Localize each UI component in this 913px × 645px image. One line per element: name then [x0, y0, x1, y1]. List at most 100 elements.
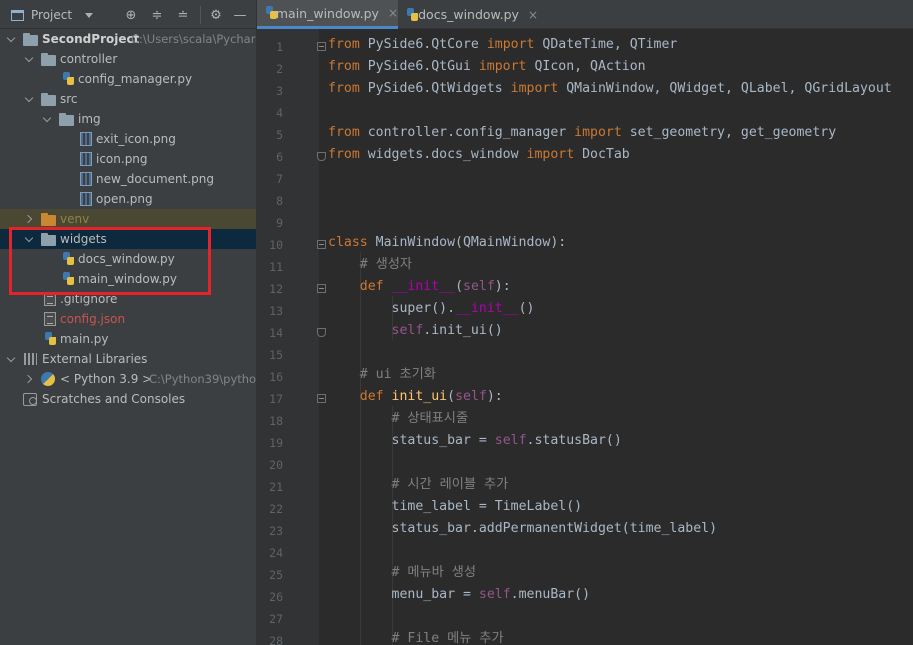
code-token: import	[478, 59, 527, 74]
chevron-right-icon[interactable]	[24, 214, 34, 224]
collapse-all-icon[interactable]: ≐	[174, 6, 192, 24]
code-token: set_geometry, get_geometry	[621, 125, 837, 140]
line-number: 5	[276, 128, 283, 142]
target-icon[interactable]: ⊕	[122, 6, 140, 24]
tree-item-open-png[interactable]: open.png	[0, 189, 256, 209]
code-token: __init__	[455, 301, 519, 316]
header-divider	[200, 6, 201, 24]
code-line: def init_ui(self):	[328, 386, 503, 408]
line-number: 16	[269, 370, 283, 384]
chevron-down-icon[interactable]	[6, 34, 16, 44]
code-token: # File 메뉴 추가	[391, 631, 504, 645]
line-number: 14	[269, 326, 283, 340]
code-token: .init_ui()	[423, 323, 503, 338]
code-token: controller.config_manager	[359, 125, 575, 140]
code-token: self	[494, 433, 527, 448]
line-number: 25	[269, 568, 283, 582]
project-tool-window: Project ⊕ ≑ ≐ ⚙ — SecondProject C:\Users…	[0, 0, 257, 645]
tree-item-controller[interactable]: controller	[0, 49, 256, 69]
tree-item-label: Scratches and Consoles	[42, 392, 186, 406]
code-token: super().	[391, 301, 456, 316]
line-number: 20	[269, 458, 283, 472]
code-line: from widgets.docs_window import DocTab	[328, 144, 630, 166]
tree-item-exit-icon-png[interactable]: exit_icon.png	[0, 129, 256, 149]
code-line: # File 메뉴 추가	[328, 628, 504, 645]
project-window-icon	[11, 9, 24, 21]
close-icon[interactable]: ×	[528, 8, 538, 22]
gear-icon[interactable]: ⚙	[207, 6, 225, 24]
fold-collapse-icon[interactable]	[317, 42, 326, 51]
chevron-down-icon[interactable]	[42, 114, 52, 124]
chevron-down-icon[interactable]	[24, 94, 34, 104]
fold-collapse-icon[interactable]	[317, 284, 326, 293]
line-number: 6	[276, 150, 283, 164]
chevron-right-icon[interactable]	[24, 374, 34, 384]
tree-item-main-py[interactable]: main.py	[0, 329, 256, 349]
code-line: status_bar.addPermanentWidget(time_label…	[328, 518, 718, 540]
fold-end-icon[interactable]	[317, 152, 326, 161]
code-line: # 메뉴바 생성	[328, 562, 476, 584]
code-token: widgets.docs_window	[359, 147, 527, 162]
code-line: def __init__(self):	[328, 276, 511, 298]
chevron-down-icon[interactable]	[6, 354, 16, 364]
code-token: class	[328, 235, 368, 250]
minimize-icon[interactable]: —	[231, 6, 249, 24]
code-line: status_bar = self.statusBar()	[328, 430, 622, 452]
fold-collapse-icon[interactable]	[317, 394, 326, 403]
tree-item-config-json[interactable]: config.json	[0, 309, 256, 329]
line-number: 9	[276, 216, 283, 230]
tree-item-config-manager[interactable]: config_manager.py	[0, 69, 256, 89]
image-file-icon	[78, 131, 94, 147]
tree-item-label: new_document.png	[96, 172, 215, 186]
code-token: import	[486, 37, 535, 52]
code-line: time_label = TimeLabel()	[328, 496, 583, 518]
line-number: 3	[276, 84, 283, 98]
tree-item-label: SecondProject	[42, 32, 140, 46]
tree-item-icon-png[interactable]: icon.png	[0, 149, 256, 169]
line-number: 18	[269, 414, 283, 428]
code-token: (	[455, 279, 464, 294]
tab-docs-window[interactable]: docs_window.py ×	[398, 0, 538, 29]
tree-item-new-document-png[interactable]: new_document.png	[0, 169, 256, 189]
code-token: status_bar =	[391, 433, 495, 448]
tree-item-scratches[interactable]: Scratches and Consoles	[0, 389, 256, 409]
code-token: from	[328, 81, 360, 96]
folder-icon	[22, 31, 38, 47]
python-logo-icon	[40, 371, 56, 387]
project-view-selector[interactable]: Project	[11, 6, 94, 24]
code-line: from PySide6.QtCore import QDateTime, QT…	[328, 34, 677, 56]
tree-item-label: < Python 3.9 >	[60, 372, 153, 386]
tree-item-python-sdk[interactable]: < Python 3.9 > C:\Python39\pytho	[0, 369, 257, 389]
close-icon[interactable]: ×	[388, 6, 398, 20]
fold-end-icon[interactable]	[317, 328, 326, 337]
code-line: # 시간 레이블 추가	[328, 474, 509, 496]
tree-item-img[interactable]: img	[0, 109, 256, 129]
tree-item-secondproject[interactable]: SecondProject C:\Users\scala\Pychar	[0, 29, 256, 49]
tab-main-window[interactable]: main_window.py ×	[257, 0, 398, 29]
expand-all-icon[interactable]: ≑	[148, 6, 166, 24]
line-number: 28	[269, 634, 283, 645]
code-line: super().__init__()	[328, 298, 535, 320]
code-token: import	[526, 147, 575, 162]
code-line: class MainWindow(QMainWindow):	[328, 232, 566, 254]
code-token: self	[478, 587, 511, 602]
code-token: ):	[486, 389, 503, 404]
tree-item-label: venv	[60, 212, 90, 226]
code-token: MainWindow(QMainWindow):	[367, 235, 567, 250]
line-number: 7	[276, 172, 283, 186]
chevron-down-icon[interactable]	[24, 54, 34, 64]
line-number: 1	[276, 40, 283, 54]
tree-item-src[interactable]: src	[0, 89, 256, 109]
python-file-icon	[42, 331, 58, 347]
annotation-highlight-box	[9, 227, 211, 295]
code-token: .statusBar()	[526, 433, 622, 448]
fold-collapse-icon[interactable]	[317, 240, 326, 249]
tree-item-label: config.json	[60, 312, 126, 326]
sdk-path-hint: C:\Python39\pytho	[149, 372, 257, 386]
code-token: (	[447, 389, 456, 404]
project-panel-header: Project ⊕ ≑ ≐ ⚙ —	[0, 0, 256, 29]
code-token: import	[574, 125, 622, 140]
tree-item-external-libraries[interactable]: External Libraries	[0, 349, 256, 369]
tree-item-venv[interactable]: venv	[0, 209, 256, 229]
code-token: from	[328, 37, 360, 52]
